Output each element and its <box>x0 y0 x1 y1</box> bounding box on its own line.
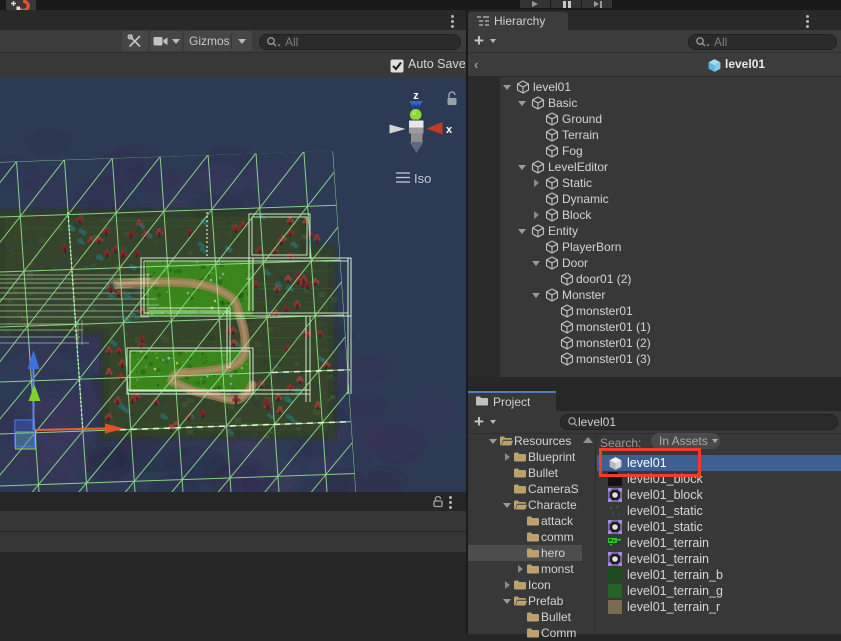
svg-text:Iso: Iso <box>414 171 431 186</box>
svg-text:x: x <box>446 124 453 136</box>
svg-text:z: z <box>413 90 419 102</box>
